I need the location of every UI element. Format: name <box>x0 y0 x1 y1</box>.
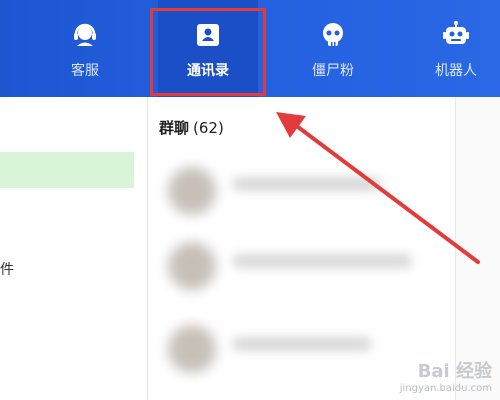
nav-item-robot[interactable]: 机器人 <box>406 0 500 97</box>
skull-icon <box>318 20 348 50</box>
contact-list-panel: 群聊 (62) <box>148 97 454 400</box>
top-nav-bar: 客服 通讯录 僵尸粉 机器人 <box>0 0 500 97</box>
watermark-url: jingyan.baidu.com <box>399 383 492 394</box>
avatar <box>168 325 216 373</box>
nav-item-zombie-fans[interactable]: 僵尸粉 <box>283 0 383 97</box>
contact-book-icon <box>193 20 223 50</box>
nav-item-label: 客服 <box>71 63 99 79</box>
blurred-text <box>232 254 412 268</box>
blurred-text <box>232 337 372 351</box>
nav-item-label: 僵尸粉 <box>312 63 354 79</box>
nav-item-label: 机器人 <box>435 63 477 79</box>
left-panel: 件 <box>0 97 148 400</box>
nav-item-contacts[interactable]: 通讯录 <box>158 0 258 97</box>
selected-list-item[interactable] <box>0 152 134 188</box>
avatar <box>168 167 216 215</box>
group-chat-count: (62) <box>193 119 224 137</box>
nav-item-label: 通讯录 <box>187 63 229 79</box>
list-item[interactable] <box>148 157 454 227</box>
list-item[interactable] <box>148 232 454 302</box>
group-chat-header[interactable]: 群聊 (62) <box>159 117 224 138</box>
nav-item-customer-service[interactable]: 客服 <box>35 0 135 97</box>
watermark-brand: Bai 经验 <box>417 361 492 382</box>
headset-icon <box>70 20 100 50</box>
robot-icon <box>441 20 471 50</box>
avatar <box>168 242 216 290</box>
blurred-text <box>232 177 382 191</box>
left-partial-text: 件 <box>0 262 14 278</box>
right-panel <box>455 97 500 400</box>
group-chat-title: 群聊 <box>159 119 190 137</box>
watermark: Bai 经验 jingyan.baidu.com <box>400 357 492 394</box>
